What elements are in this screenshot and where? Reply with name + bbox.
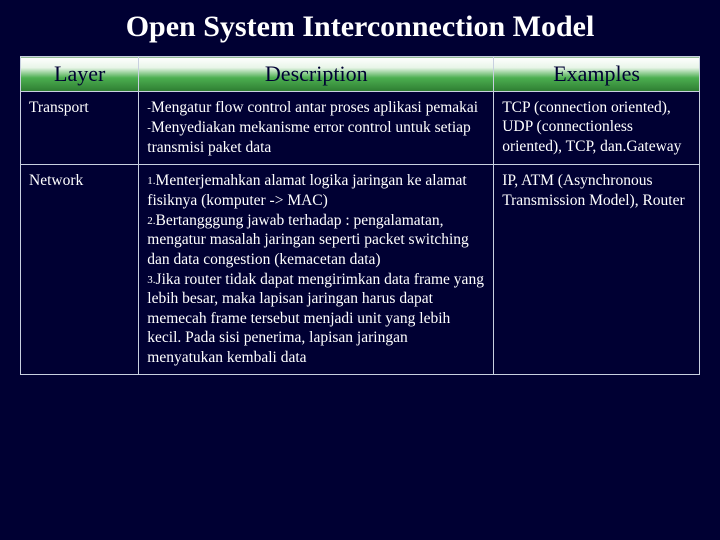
table-row: Network 1.Menterjemahkan alamat logika j… <box>21 165 700 375</box>
description-list: Mengatur flow control antar proses aplik… <box>147 98 485 157</box>
desc-text: Mengatur flow control antar proses aplik… <box>151 99 478 116</box>
layer-cell: Transport <box>21 92 139 165</box>
header-layer: Layer <box>21 57 139 92</box>
description-cell: Mengatur flow control antar proses aplik… <box>139 92 494 165</box>
list-item: Mengatur flow control antar proses aplik… <box>147 98 485 117</box>
header-examples: Examples <box>494 57 700 92</box>
layer-cell: Network <box>21 165 139 375</box>
desc-text: Menyediakan mekanisme error control untu… <box>147 119 470 155</box>
number-marker: 3. <box>147 274 155 286</box>
table-header-row: Layer Description Examples <box>21 57 700 92</box>
list-item: 3.Jika router tidak dapat mengirimkan da… <box>147 270 485 367</box>
slide: Open System Interconnection Model Layer … <box>0 0 720 540</box>
number-marker: 1. <box>147 175 155 187</box>
list-item: 1.Menterjemahkan alamat logika jaringan … <box>147 171 485 210</box>
header-description: Description <box>139 57 494 92</box>
number-marker: 2. <box>147 215 155 227</box>
desc-text: Jika router tidak dapat mengirimkan data… <box>147 271 484 366</box>
description-list: 1.Menterjemahkan alamat logika jaringan … <box>147 171 485 367</box>
desc-text: Menterjemahkan alamat logika jaringan ke… <box>147 172 466 208</box>
list-item: 2.Bertangggung jawab terhadap : pengalam… <box>147 211 485 269</box>
list-item: Menyediakan mekanisme error control untu… <box>147 118 485 157</box>
page-title: Open System Interconnection Model <box>20 10 700 44</box>
examples-cell: TCP (connection oriented), UDP (connecti… <box>494 92 700 165</box>
description-cell: 1.Menterjemahkan alamat logika jaringan … <box>139 165 494 375</box>
table-row: Transport Mengatur flow control antar pr… <box>21 92 700 165</box>
examples-cell: IP, ATM (Asynchronous Transmission Model… <box>494 165 700 375</box>
osi-table: Layer Description Examples Transport Men… <box>20 56 700 375</box>
desc-text: Bertangggung jawab terhadap : pengalamat… <box>147 212 469 268</box>
